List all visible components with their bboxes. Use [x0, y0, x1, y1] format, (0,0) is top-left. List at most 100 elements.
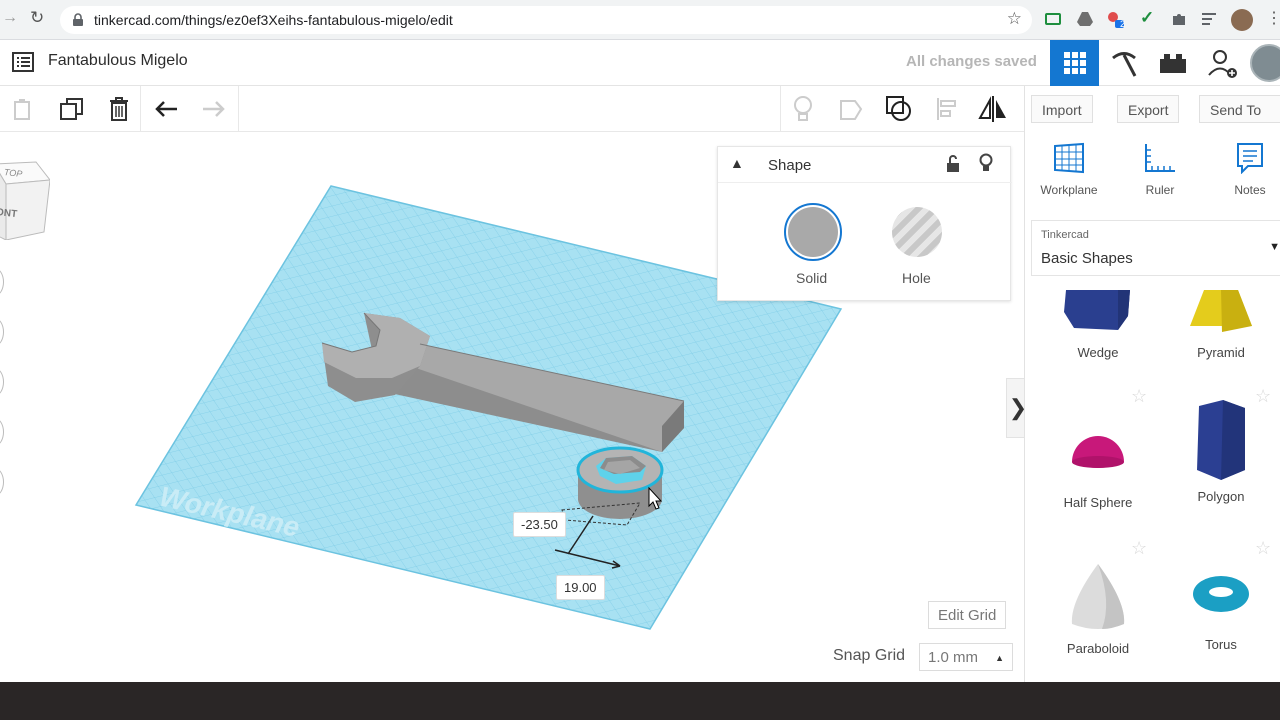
add-collaborator-button[interactable]: [1197, 40, 1246, 86]
shape-polygon[interactable]: Polygon: [1166, 400, 1276, 504]
add-user-icon: [1207, 50, 1237, 78]
inspector-title: Shape: [768, 157, 812, 174]
lightbulb-icon: [794, 96, 812, 121]
wedge-icon: [1064, 290, 1130, 330]
shape-library-select[interactable]: Tinkercad Basic Shapes ▼: [1031, 220, 1280, 276]
inspector-header: ▲ Shape: [718, 147, 1012, 183]
visibility-lightbulb-icon[interactable]: [979, 153, 993, 173]
shape-wedge[interactable]: Wedge: [1043, 290, 1153, 360]
group-icon: [840, 100, 863, 120]
browser-toolbar: → ↻ tinkercad.com/things/ez0ef3Xeihs-fan…: [0, 0, 1280, 40]
dropdown-arrow-icon: ▲: [995, 653, 1004, 663]
dimension-y-input[interactable]: 19.00: [556, 575, 605, 600]
shape-paraboloid[interactable]: Paraboloid: [1043, 562, 1153, 656]
url-text: tinkercad.com/things/ez0ef3Xeihs-fantabu…: [94, 12, 453, 28]
torus-icon: [1193, 576, 1249, 612]
mirror-icon: [978, 96, 1006, 122]
blocks-view-button[interactable]: [1099, 40, 1148, 86]
pickaxe-icon: [1111, 52, 1136, 77]
mirror-button[interactable]: [978, 94, 1008, 124]
import-button[interactable]: Import: [1031, 95, 1093, 123]
shape-label: Torus: [1205, 637, 1237, 652]
redo-button[interactable]: [198, 94, 228, 124]
reading-list-icon[interactable]: [1200, 10, 1218, 28]
shape-label: Polygon: [1197, 489, 1245, 504]
caret-down-icon: ▼: [1269, 241, 1280, 253]
selected-nut-shape[interactable]: [576, 446, 664, 519]
undo-icon: [155, 101, 177, 117]
3d-design-view-button[interactable]: [1050, 40, 1099, 86]
bricks-view-button[interactable]: [1148, 40, 1197, 86]
snap-grid-label: Snap Grid: [833, 647, 906, 664]
grid-icon: [1063, 52, 1086, 74]
shape-torus[interactable]: Torus: [1166, 574, 1276, 652]
notes-tool[interactable]: Notes: [1215, 142, 1280, 197]
shape-half-sphere[interactable]: Half Sphere: [1043, 422, 1153, 510]
user-avatar[interactable]: [1250, 44, 1280, 82]
show-all-button[interactable]: [788, 94, 818, 124]
reload-icon[interactable]: ↻: [30, 8, 44, 28]
paste-button[interactable]: [8, 94, 38, 124]
save-status: All changes saved: [906, 53, 1037, 70]
send-to-button[interactable]: Send To: [1199, 95, 1280, 123]
pyramid-icon: [1190, 290, 1252, 332]
paraboloid-icon: [1071, 564, 1125, 629]
polygon-icon: [1197, 400, 1245, 480]
design-title[interactable]: Fantabulous Migelo: [48, 52, 188, 70]
delete-button[interactable]: [104, 94, 134, 124]
view-cube-front-label: ONT: [0, 206, 18, 221]
design-list-icon[interactable]: [12, 52, 34, 72]
cast-icon[interactable]: [1044, 10, 1062, 28]
shape-label: Paraboloid: [1066, 641, 1130, 656]
puzzle-icon[interactable]: [1170, 10, 1188, 28]
solid-option[interactable]: [784, 203, 842, 261]
view-cube[interactable]: TOP ONT: [0, 154, 51, 241]
video-overlay-strip: [0, 682, 1280, 720]
shape-label: Wedge: [1077, 345, 1119, 360]
edit-toolbar: [0, 86, 1024, 132]
undo-button[interactable]: [152, 94, 182, 124]
shape-pyramid[interactable]: Pyramid: [1166, 290, 1276, 360]
duplicate-button[interactable]: [57, 94, 87, 124]
hole-label: Hole: [902, 270, 931, 286]
favorite-star-icon[interactable]: ☆: [1255, 538, 1271, 559]
shape-label: Half Sphere: [1063, 495, 1133, 510]
checkmark-icon[interactable]: ✓: [1140, 8, 1154, 28]
collapse-inspector-icon[interactable]: ▲: [730, 155, 744, 171]
profile-avatar[interactable]: [1231, 9, 1253, 31]
toolbar-divider: [140, 86, 141, 132]
toolbar-divider: [238, 86, 239, 132]
edit-grid-button[interactable]: Edit Grid: [928, 601, 1007, 629]
shape-label: Pyramid: [1197, 345, 1245, 360]
workplane-tool-label: Workplane: [1040, 183, 1098, 197]
group-button[interactable]: [836, 94, 866, 124]
export-button[interactable]: Export: [1117, 95, 1180, 123]
library-source: Tinkercad: [1041, 229, 1089, 241]
right-panel: Import Export Send To Workplane Ruler No…: [1024, 86, 1280, 682]
trash-icon: [110, 97, 128, 121]
workplane-tool[interactable]: Workplane: [1034, 142, 1104, 197]
align-button[interactable]: [932, 94, 962, 124]
half-sphere-icon: [1072, 436, 1124, 468]
favorite-star-icon[interactable]: ☆: [1131, 538, 1147, 559]
snap-grid-select[interactable]: 1.0 mm ▲: [919, 643, 1013, 671]
address-bar[interactable]: tinkercad.com/things/ez0ef3Xeihs-fantabu…: [60, 6, 1032, 34]
forward-icon[interactable]: →: [2, 9, 18, 27]
notes-tool-label: Notes: [1234, 183, 1266, 197]
bookmark-star-icon[interactable]: ☆: [1007, 9, 1022, 29]
lock-toggle-icon[interactable]: [946, 155, 960, 173]
drive-icon[interactable]: [1076, 10, 1094, 28]
brick-icon: [1159, 54, 1186, 73]
ungroup-button[interactable]: [884, 94, 914, 124]
ruler-tool-label: Ruler: [1145, 183, 1175, 197]
extension-badge-count: 2: [1120, 19, 1126, 29]
hole-option[interactable]: [892, 207, 942, 257]
dimension-x-input[interactable]: -23.50: [513, 512, 566, 537]
shape-inspector: ▲ Shape Solid Hole: [717, 146, 1012, 301]
ruler-tool[interactable]: Ruler: [1125, 142, 1195, 197]
view-cube-top-label: TOP: [3, 167, 23, 179]
browser-menu-icon[interactable]: ⋮: [1266, 8, 1280, 28]
snap-grid-value: 1.0 mm: [928, 649, 979, 666]
favorite-star-icon[interactable]: ☆: [1131, 386, 1147, 407]
paste-icon: [14, 99, 30, 120]
